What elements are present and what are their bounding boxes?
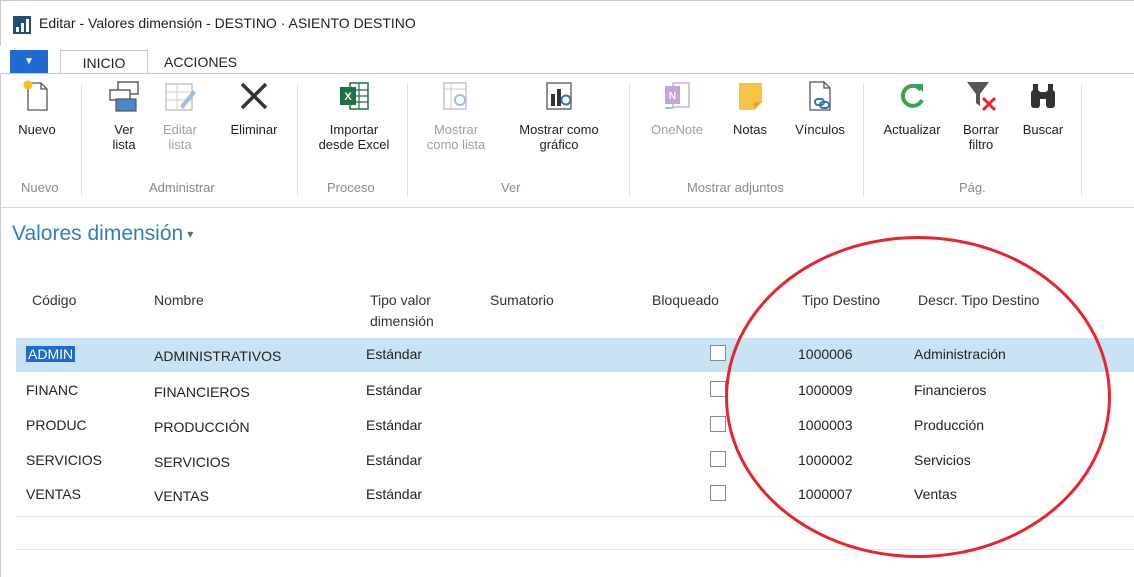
actualizar-label: Actualizar xyxy=(883,122,941,137)
links-icon xyxy=(809,81,831,111)
page-title-text: Valores dimensión xyxy=(12,222,184,245)
mostrar-grafico-label: Mostrar como gráfico xyxy=(519,122,599,152)
nuevo-label: Nuevo xyxy=(18,122,56,137)
title-bar: Editar - Valores dimensión - DESTINO · A… xyxy=(0,0,1134,46)
cell-codigo[interactable]: SERVICIOS xyxy=(26,452,102,468)
cell-codigo[interactable]: ADMIN xyxy=(26,346,76,362)
nuevo-button[interactable]: Nuevo xyxy=(15,78,59,137)
delete-icon xyxy=(240,82,268,110)
column-header-tipo-valor[interactable]: Tipo valor dimensión xyxy=(370,290,454,332)
cell-nombre[interactable]: PRODUCCIÓN xyxy=(154,419,250,435)
group-label-administrar: Administrar xyxy=(149,180,215,195)
column-header-bloqueado[interactable]: Bloqueado xyxy=(652,290,719,311)
cell-tipo[interactable]: Estándar xyxy=(366,346,422,362)
notas-label: Notas xyxy=(733,122,767,137)
mostrar-lista-label: Mostrar como lista xyxy=(426,122,486,152)
onenote-label: OneNote xyxy=(650,122,704,137)
window-title: Editar - Valores dimensión - DESTINO · A… xyxy=(39,15,416,31)
tab-acciones[interactable]: ACCIONES xyxy=(164,50,237,74)
cell-codigo[interactable]: PRODUC xyxy=(26,417,87,433)
cell-tipo[interactable]: Estándar xyxy=(366,452,422,468)
buscar-label: Buscar xyxy=(1022,122,1064,137)
refresh-icon xyxy=(900,83,924,108)
group-separator xyxy=(297,84,298,196)
group-separator xyxy=(407,84,408,196)
borrar-filtro-button[interactable]: Borrar filtro xyxy=(955,78,1007,152)
mostrar-grafico-button[interactable]: Mostrar como gráfico xyxy=(511,78,607,152)
bloqueado-checkbox[interactable] xyxy=(710,451,726,467)
group-label-proceso: Proceso xyxy=(327,180,375,195)
app-icon xyxy=(13,16,31,34)
notas-button[interactable]: Notas xyxy=(725,78,775,137)
column-header-nombre[interactable]: Nombre xyxy=(154,290,204,311)
svg-text:X: X xyxy=(344,91,352,103)
cell-nombre[interactable]: VENTAS xyxy=(154,488,209,504)
view-list-icon xyxy=(109,81,139,112)
column-header-sumatorio[interactable]: Sumatorio xyxy=(490,290,554,311)
cell-tipo[interactable]: Estándar xyxy=(366,486,422,502)
ver-lista-button[interactable]: Ver lista xyxy=(105,78,143,152)
show-list-icon xyxy=(443,82,467,110)
cell-tipo[interactable]: Estándar xyxy=(366,417,422,433)
cell-nombre[interactable]: SERVICIOS xyxy=(154,454,230,470)
page-title[interactable]: Valores dimensión ▾ xyxy=(12,222,193,246)
find-icon xyxy=(1031,84,1055,108)
excel-icon: X xyxy=(340,82,369,110)
cell-nombre[interactable]: FINANCIEROS xyxy=(154,384,250,400)
cell-nombre[interactable]: ADMINISTRATIVOS xyxy=(154,348,281,364)
group-label-nuevo: Nuevo xyxy=(21,180,59,195)
borrar-filtro-label: Borrar filtro xyxy=(962,122,1000,152)
cell-tipo[interactable]: Estándar xyxy=(366,382,422,398)
window-border xyxy=(0,208,1,577)
bloqueado-checkbox[interactable] xyxy=(710,485,726,501)
tab-inicio[interactable]: INICIO xyxy=(60,50,148,74)
show-chart-icon xyxy=(546,82,572,110)
clear-filter-icon xyxy=(967,82,997,112)
svg-text:N: N xyxy=(669,91,676,102)
actualizar-button[interactable]: Actualizar xyxy=(875,78,949,137)
ribbon: Nuevo Nuevo Ver lista Editar lista Elimi… xyxy=(0,73,1134,208)
eliminar-button[interactable]: Eliminar xyxy=(223,78,285,137)
vinculos-button[interactable]: Vínculos xyxy=(785,78,855,137)
cell-codigo[interactable]: VENTAS xyxy=(26,486,81,502)
group-separator xyxy=(629,84,630,196)
notes-icon xyxy=(739,83,762,110)
buscar-button[interactable]: Buscar xyxy=(1017,78,1069,137)
app-menu-button[interactable]: ▼ xyxy=(10,50,48,74)
bloqueado-checkbox[interactable] xyxy=(710,381,726,397)
cell-codigo[interactable]: FINANC xyxy=(26,382,78,398)
group-label-adjuntos: Mostrar adjuntos xyxy=(687,180,784,195)
new-icon xyxy=(23,80,48,111)
bloqueado-checkbox[interactable] xyxy=(710,416,726,432)
chevron-down-icon[interactable]: ▾ xyxy=(187,227,193,241)
onenote-icon: N xyxy=(665,82,690,109)
editar-lista-button[interactable]: Editar lista xyxy=(161,78,199,152)
group-label-pag: Pág. xyxy=(959,180,986,195)
column-header-codigo[interactable]: Código xyxy=(32,290,76,311)
group-separator xyxy=(81,84,82,196)
mostrar-lista-button[interactable]: Mostrar como lista xyxy=(421,78,491,152)
eliminar-label: Eliminar xyxy=(230,122,278,137)
importar-excel-button[interactable]: X Importar desde Excel xyxy=(315,78,393,152)
group-label-ver: Ver xyxy=(501,180,521,195)
annotation-ellipse xyxy=(725,236,1111,558)
edit-list-icon xyxy=(165,83,196,111)
importar-label: Importar desde Excel xyxy=(318,122,390,152)
ribbon-tabs: ▼ INICIO ACCIONES xyxy=(0,46,1134,74)
vinculos-label: Vínculos xyxy=(795,122,845,137)
group-separator xyxy=(863,84,864,196)
editar-lista-label: Editar lista xyxy=(163,122,197,152)
ver-lista-label: Ver lista xyxy=(112,122,136,152)
group-separator xyxy=(1081,84,1082,196)
onenote-button[interactable]: N OneNote xyxy=(645,78,709,137)
bloqueado-checkbox[interactable] xyxy=(710,345,726,361)
